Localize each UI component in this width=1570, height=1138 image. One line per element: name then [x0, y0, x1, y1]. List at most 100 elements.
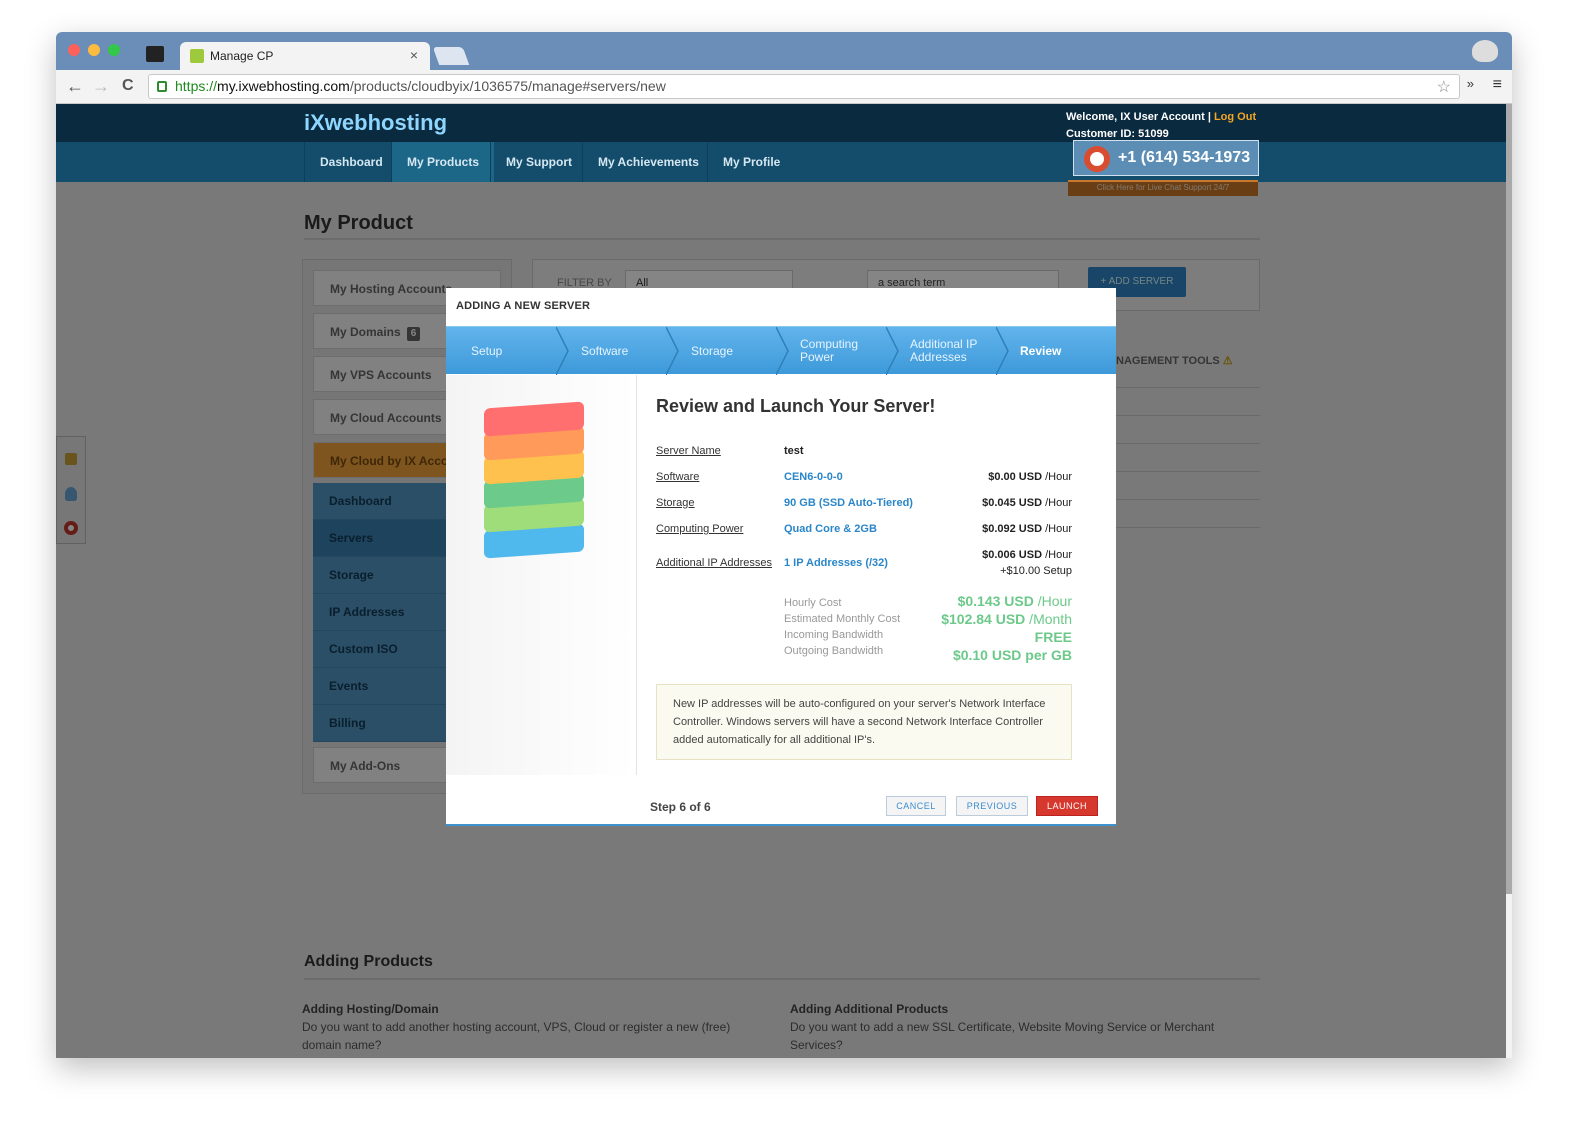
life-ring-icon — [1084, 146, 1110, 172]
additional-ip-label[interactable]: Additional IP Addresses — [656, 557, 772, 569]
computing-power-value[interactable]: Quad Core & 2GB — [784, 523, 877, 535]
storage-price: $0.045 USD /Hour — [982, 497, 1072, 509]
step-separator — [556, 327, 569, 375]
forward-icon[interactable]: → — [92, 76, 110, 97]
price-unit: /Hour — [1045, 549, 1072, 561]
extensions-overflow-icon[interactable]: » — [1467, 76, 1474, 91]
step-review[interactable]: Review — [1020, 327, 1061, 375]
step-label-line2: Addresses — [910, 350, 967, 364]
server-name-value: test — [784, 445, 804, 457]
ix-favicon-icon — [190, 49, 204, 63]
illustration-pane — [446, 375, 636, 775]
nav-my-achievements[interactable]: My Achievements — [582, 142, 714, 182]
step-counter: Step 6 of 6 — [650, 800, 711, 814]
hourly-cost-value: $0.143 USD /Hour — [958, 593, 1072, 609]
incognito-icon — [1472, 40, 1498, 62]
step-storage[interactable]: Storage — [691, 327, 733, 375]
address-bar[interactable]: https://my.ixwebhosting.com/products/clo… — [148, 74, 1460, 99]
monthly-cost-label: Estimated Monthly Cost — [784, 613, 901, 625]
wizard-steps: Setup Software Storage Computing Power Ad… — [446, 326, 1116, 375]
welcome-text: Welcome, IX User Account | — [1066, 111, 1214, 123]
close-window-icon[interactable] — [68, 44, 80, 56]
tab-close-icon[interactable]: × — [410, 47, 418, 63]
ip-notice: New IP addresses will be auto-configured… — [656, 684, 1072, 760]
main-nav: Dashboard My Products My Support My Achi… — [56, 142, 1506, 182]
welcome-block: Welcome, IX User Account | Log Out Custo… — [1066, 109, 1256, 143]
url-path: /products/cloudbyix/1036575/manage#serve… — [349, 78, 666, 94]
summary-unit: /Month — [1025, 611, 1072, 627]
summary-amount: $0.143 USD — [957, 593, 1034, 609]
incoming-bandwidth-label: Incoming Bandwidth — [784, 629, 884, 641]
modal-title: ADDING A NEW SERVER — [456, 300, 591, 312]
step-separator — [886, 327, 899, 375]
server-name-label[interactable]: Server Name — [656, 445, 721, 457]
price-unit: /Hour — [1045, 471, 1072, 483]
cancel-button[interactable]: CANCEL — [886, 796, 946, 816]
add-server-modal: ADDING A NEW SERVER Setup Software Stora… — [446, 288, 1116, 826]
new-tab-button[interactable] — [432, 47, 470, 65]
step-software[interactable]: Software — [581, 327, 628, 375]
customer-id: Customer ID: 51099 — [1066, 128, 1169, 140]
additional-ip-value[interactable]: 1 IP Addresses (/32) — [784, 557, 888, 569]
step-computing-power[interactable]: Computing Power — [800, 327, 858, 375]
logo-name: webhosting — [324, 110, 448, 135]
additional-ip-price: $0.006 USD /Hour — [982, 549, 1072, 561]
browser-toolbar: ← → C https://my.ixwebhosting.com/produc… — [56, 70, 1512, 104]
step-separator — [666, 327, 679, 375]
ix-logo[interactable]: iXwebhosting — [304, 110, 447, 136]
step-label: Review — [1020, 343, 1062, 358]
url-scheme: https:// — [175, 78, 218, 94]
step-additional-ip[interactable]: Additional IP Addresses — [910, 327, 977, 375]
zoom-window-icon[interactable] — [108, 44, 120, 56]
price-unit: /Hour — [1045, 497, 1072, 509]
minimize-window-icon[interactable] — [88, 44, 100, 56]
nav-my-products[interactable]: My Products — [391, 142, 495, 182]
software-price: $0.00 USD /Hour — [988, 471, 1072, 483]
computing-power-price: $0.092 USD /Hour — [982, 523, 1072, 535]
outgoing-bandwidth-value: $0.10 USD per GB — [952, 647, 1072, 663]
incoming-bandwidth-value: FREE — [1034, 629, 1072, 645]
outgoing-bandwidth-label: Outgoing Bandwidth — [784, 645, 884, 657]
launch-button[interactable]: LAUNCH — [1036, 796, 1098, 816]
computing-power-label[interactable]: Computing Power — [656, 523, 743, 535]
back-icon[interactable]: ← — [66, 76, 84, 97]
step-label: Storage — [691, 343, 734, 358]
summary-unit: /Hour — [1033, 593, 1072, 609]
summary-amount: $102.84 USD — [941, 611, 1026, 627]
nav-dashboard[interactable]: Dashboard — [304, 142, 398, 182]
step-label: Software — [581, 343, 629, 358]
menu-icon[interactable]: ≡ — [1493, 76, 1502, 94]
support-phone[interactable]: +1 (614) 534-1973 — [1073, 140, 1259, 176]
monthly-cost-value: $102.84 USD /Month — [941, 611, 1072, 627]
browser-window: Manage CP × ← → C https://my.ixwebhostin… — [56, 32, 1512, 1058]
software-label[interactable]: Software — [656, 471, 699, 483]
additional-ip-setup: +$10.00 Setup — [1000, 565, 1072, 577]
storage-value[interactable]: 90 GB (SSD Auto-Tiered) — [784, 497, 913, 509]
step-separator — [776, 327, 789, 375]
bookmark-star-icon[interactable]: ☆ — [1437, 76, 1451, 99]
price-amount: $0.00 USD — [988, 471, 1043, 483]
reload-icon[interactable]: C — [122, 77, 134, 95]
hourly-cost-label: Hourly Cost — [784, 597, 842, 609]
app-icon[interactable] — [146, 46, 164, 62]
price-unit: /Hour — [1045, 523, 1072, 535]
tab-title: Manage CP — [210, 49, 274, 63]
page-scrollbar[interactable] — [1506, 104, 1512, 894]
url-domain: my.ixwebhosting.com — [217, 78, 350, 94]
review-heading: Review and Launch Your Server! — [656, 396, 936, 416]
step-label: Setup — [471, 343, 503, 358]
step-setup[interactable]: Setup — [471, 327, 502, 375]
previous-button[interactable]: PREVIOUS — [956, 796, 1028, 816]
browser-tab[interactable]: Manage CP × — [180, 42, 430, 70]
title-bar: Manage CP × — [56, 32, 1512, 70]
phone-number: +1 (614) 534-1973 — [1118, 149, 1251, 166]
lock-icon — [157, 81, 167, 92]
price-amount: $0.006 USD — [982, 549, 1043, 561]
storage-label[interactable]: Storage — [656, 497, 695, 509]
logout-link[interactable]: Log Out — [1214, 111, 1256, 123]
step-separator — [996, 327, 1009, 375]
site-header: iXwebhosting Welcome, IX User Account | … — [56, 104, 1506, 142]
nav-my-profile[interactable]: My Profile — [707, 142, 795, 182]
nav-my-support[interactable]: My Support — [490, 142, 587, 182]
software-value[interactable]: CEN6-0-0-0 — [784, 471, 843, 483]
